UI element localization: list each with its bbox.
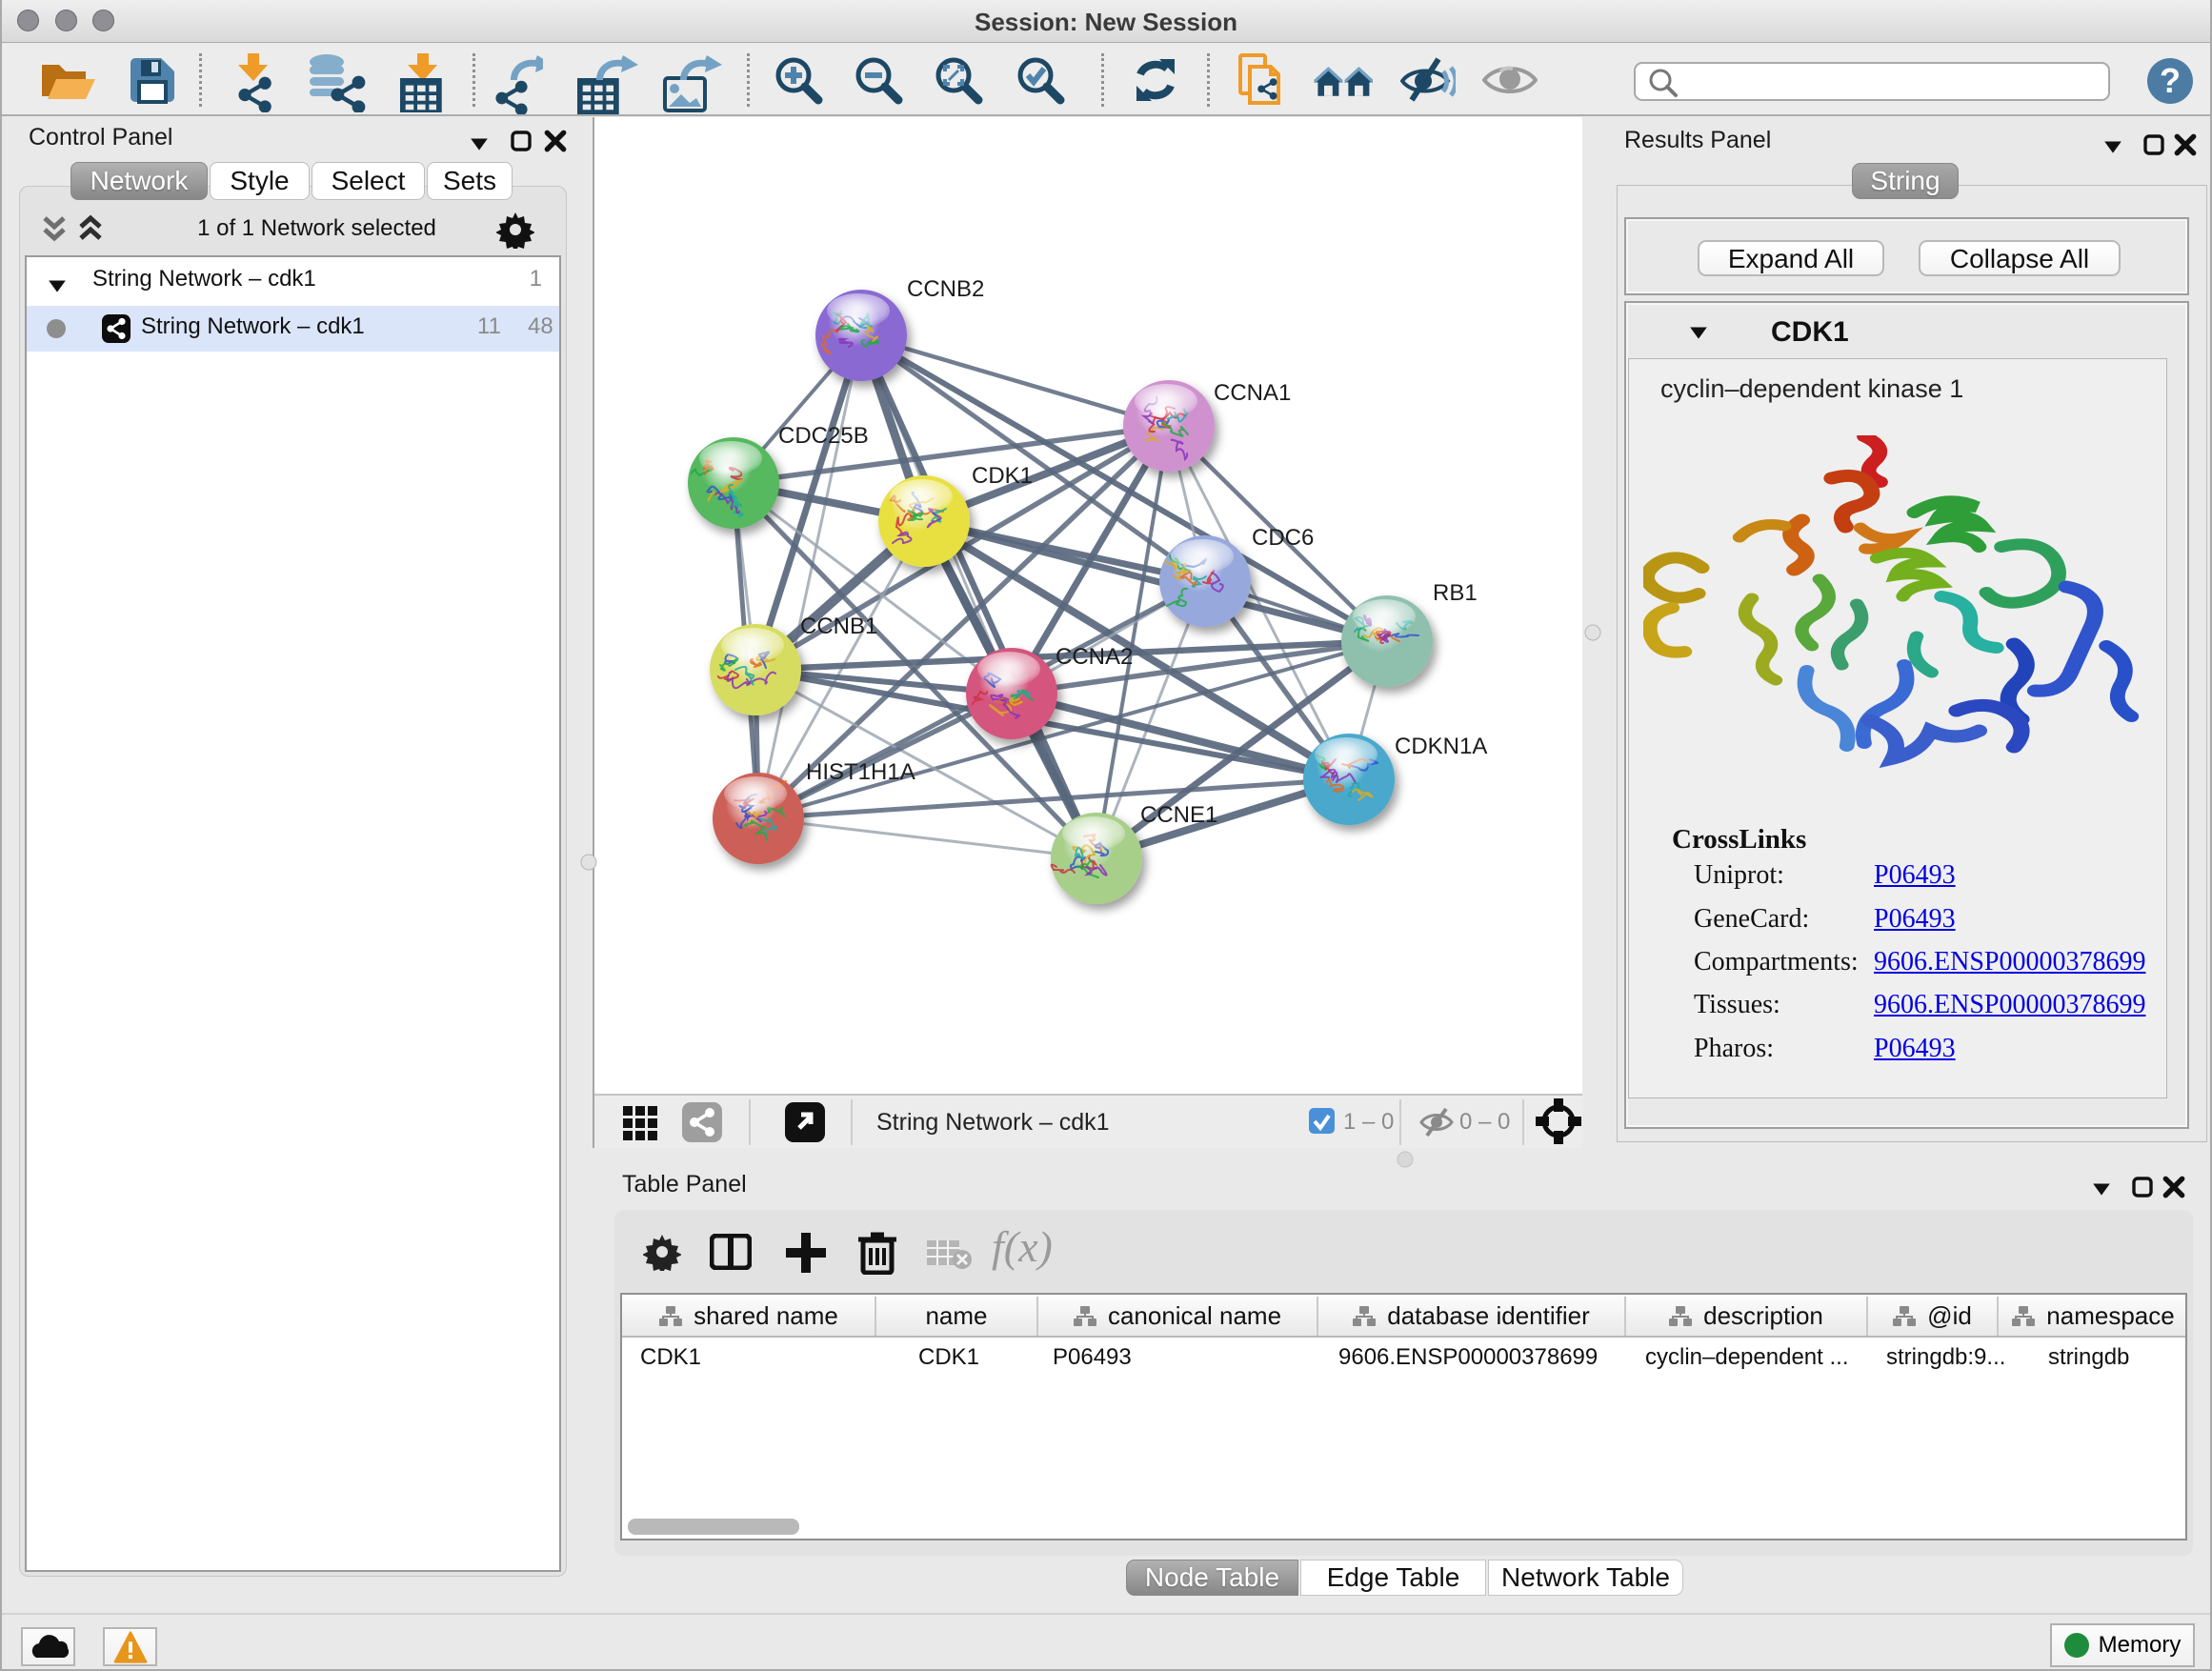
svg-text:CCNE1: CCNE1 [1140, 802, 1217, 828]
svg-text:f(x): f(x) [992, 1227, 1053, 1271]
svg-text:CCNA2: CCNA2 [1056, 644, 1133, 670]
svg-text:CCNB2: CCNB2 [907, 276, 984, 302]
svg-text:HIST1H1A: HIST1H1A [806, 759, 915, 785]
svg-text:CDK1: CDK1 [972, 463, 1033, 489]
svg-text:RB1: RB1 [1433, 580, 1478, 606]
svg-text:CCNA1: CCNA1 [1214, 380, 1291, 406]
svg-text:CCNB1: CCNB1 [800, 614, 877, 639]
svg-text:CDKN1A: CDKN1A [1395, 734, 1487, 759]
svg-text:?: ? [2160, 61, 2181, 100]
svg-text:CDC25B: CDC25B [778, 423, 869, 449]
svg-text:CDC6: CDC6 [1252, 525, 1314, 551]
